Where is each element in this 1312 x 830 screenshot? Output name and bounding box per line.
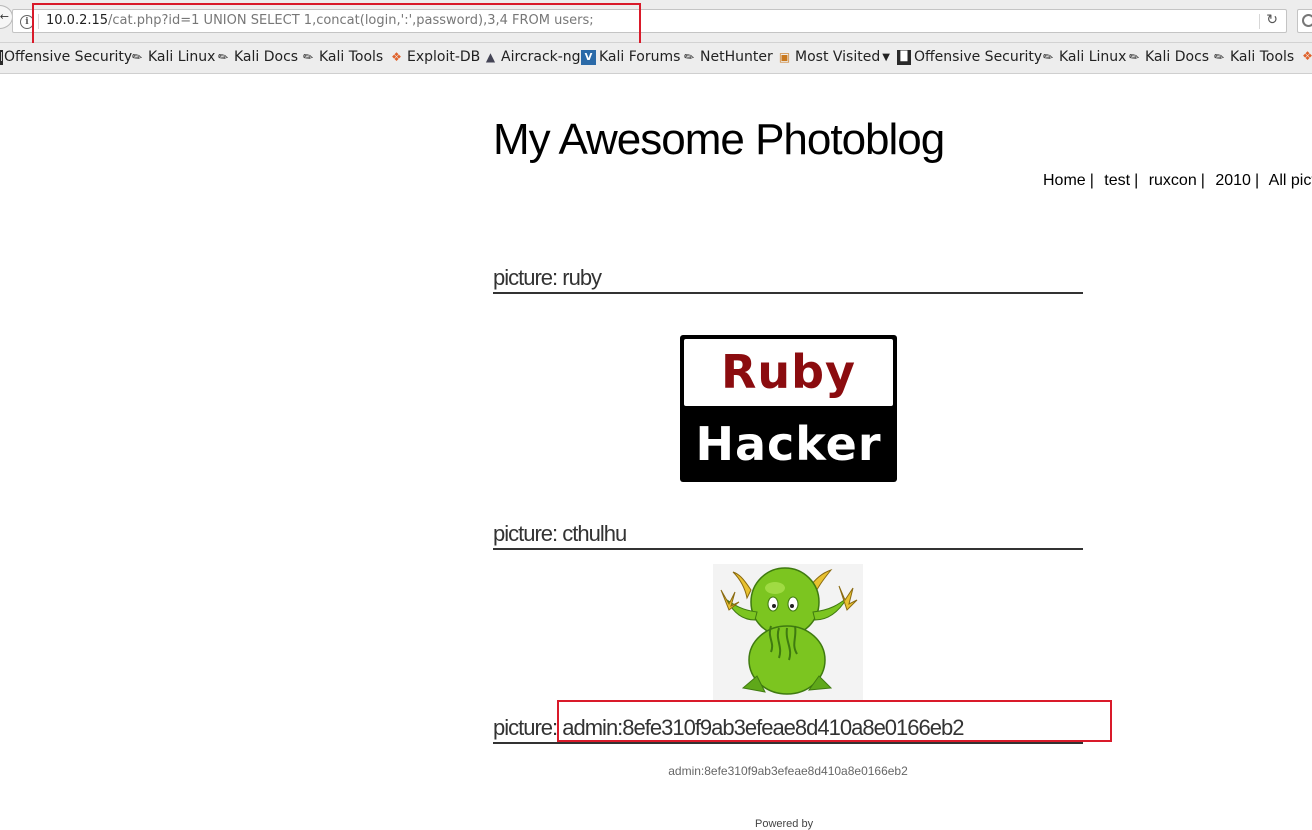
bookmark-most-visited[interactable]: ▣ Most Visited ▼ <box>777 49 890 65</box>
folder-icon: ▣ <box>778 49 791 64</box>
url-text[interactable]: 10.0.2.15/cat.php?id=1 UNION SELECT 1,co… <box>46 13 594 28</box>
reload-divider <box>1259 14 1260 29</box>
search-icon <box>1302 14 1312 27</box>
kali-forums-icon: V <box>581 49 596 65</box>
search-box[interactable] <box>1297 9 1312 33</box>
bookmark-kali-docs-2[interactable]: ✎ Kali Docs <box>1126 47 1209 66</box>
footer-text: Powered by <box>755 818 814 830</box>
nav-ruxcon[interactable]: ruxcon <box>1149 172 1197 189</box>
kali-dragon-icon: ✎ <box>215 47 232 66</box>
offsec-icon: █ <box>897 49 911 65</box>
nav-separator: | <box>1089 172 1094 189</box>
url-divider <box>38 14 39 29</box>
url-path: /cat.php?id=1 UNION SELECT 1,concat(logi… <box>108 13 594 28</box>
chevron-down-icon: ▼ <box>882 51 890 63</box>
bookmark-offensive-security[interactable]: | Offensive Security <box>0 49 132 65</box>
bookmark-kali-docs[interactable]: ✎ Kali Docs <box>215 47 298 66</box>
reload-icon[interactable]: ↻ <box>1266 12 1278 28</box>
url-bar[interactable]: i 10.0.2.15/cat.php?id=1 UNION SELECT 1,… <box>12 9 1287 33</box>
bookmark-kali-forums[interactable]: V Kali Forums <box>581 49 680 65</box>
kali-dragon-icon: ✎ <box>1211 47 1228 66</box>
navigation-toolbar: ← i 10.0.2.15/cat.php?id=1 UNION SELECT … <box>0 0 1312 43</box>
kali-dragon-icon: ✎ <box>681 47 698 66</box>
exploit-db-icon: ❖ <box>1302 49 1312 63</box>
nav-2010[interactable]: 2010 <box>1215 172 1251 189</box>
offsec-icon: | <box>0 49 3 65</box>
bookmark-overflow[interactable]: ❖ <box>1300 49 1312 64</box>
nav-separator: | <box>1254 172 1260 189</box>
bookmark-nethunter[interactable]: ✎ NetHunter <box>681 47 773 66</box>
kali-dragon-icon: ✎ <box>129 47 146 66</box>
nav-separator: | <box>1134 172 1139 189</box>
nav-home[interactable]: Home <box>1043 172 1086 189</box>
hacker-logo-text: Hacker <box>695 417 882 471</box>
ruby-hacker-image[interactable]: Ruby Hacker <box>680 335 897 482</box>
cthulhu-illustration <box>720 567 858 695</box>
kali-dragon-icon: ✎ <box>300 47 317 66</box>
picture-heading-ruby: picture: ruby <box>493 265 1083 294</box>
bookmark-kali-linux-2[interactable]: ✎ Kali Linux <box>1040 47 1126 66</box>
kali-dragon-icon: ✎ <box>1040 47 1057 66</box>
kali-dragon-icon: ✎ <box>1126 47 1143 66</box>
nav-separator: | <box>1200 172 1205 189</box>
url-host: 10.0.2.15 <box>46 13 109 28</box>
bookmark-kali-linux[interactable]: ✎ Kali Linux <box>129 47 215 66</box>
info-icon[interactable]: i <box>20 15 34 29</box>
nav-all-pictures[interactable]: All pictures <box>1269 172 1312 189</box>
picture-caption-admin: admin:8efe310f9ab3efeae8d410a8e0166eb2 <box>668 764 908 778</box>
bookmark-aircrack-ng[interactable]: ▲ Aircrack-ng <box>483 49 581 65</box>
bookmarks-toolbar: | Offensive Security ✎ Kali Linux ✎ Kali Do… <box>0 43 1312 74</box>
aircrack-icon: ▲ <box>485 49 496 64</box>
site-nav: Home| test| ruxcon| 2010| All pictures <box>1043 172 1312 190</box>
ruby-logo-text: Ruby <box>684 339 893 406</box>
cthulhu-image[interactable] <box>713 564 863 700</box>
bookmark-kali-tools-2[interactable]: ✎ Kali Tools <box>1211 47 1294 66</box>
back-arrow-icon: ← <box>0 10 9 23</box>
bookmark-exploit-db[interactable]: ❖ Exploit-DB <box>389 49 480 65</box>
bookmark-offensive-security-2[interactable]: █ Offensive Security <box>897 49 1042 65</box>
picture-heading-cthulhu: picture: cthulhu <box>493 521 1083 550</box>
exploit-db-icon: ❖ <box>391 49 402 64</box>
nav-test[interactable]: test <box>1104 172 1130 189</box>
site-title: My Awesome Photoblog <box>493 115 945 164</box>
picture-heading-admin: picture: admin:8efe310f9ab3efeae8d410a8e… <box>493 715 1083 744</box>
bookmark-kali-tools[interactable]: ✎ Kali Tools <box>300 47 383 66</box>
